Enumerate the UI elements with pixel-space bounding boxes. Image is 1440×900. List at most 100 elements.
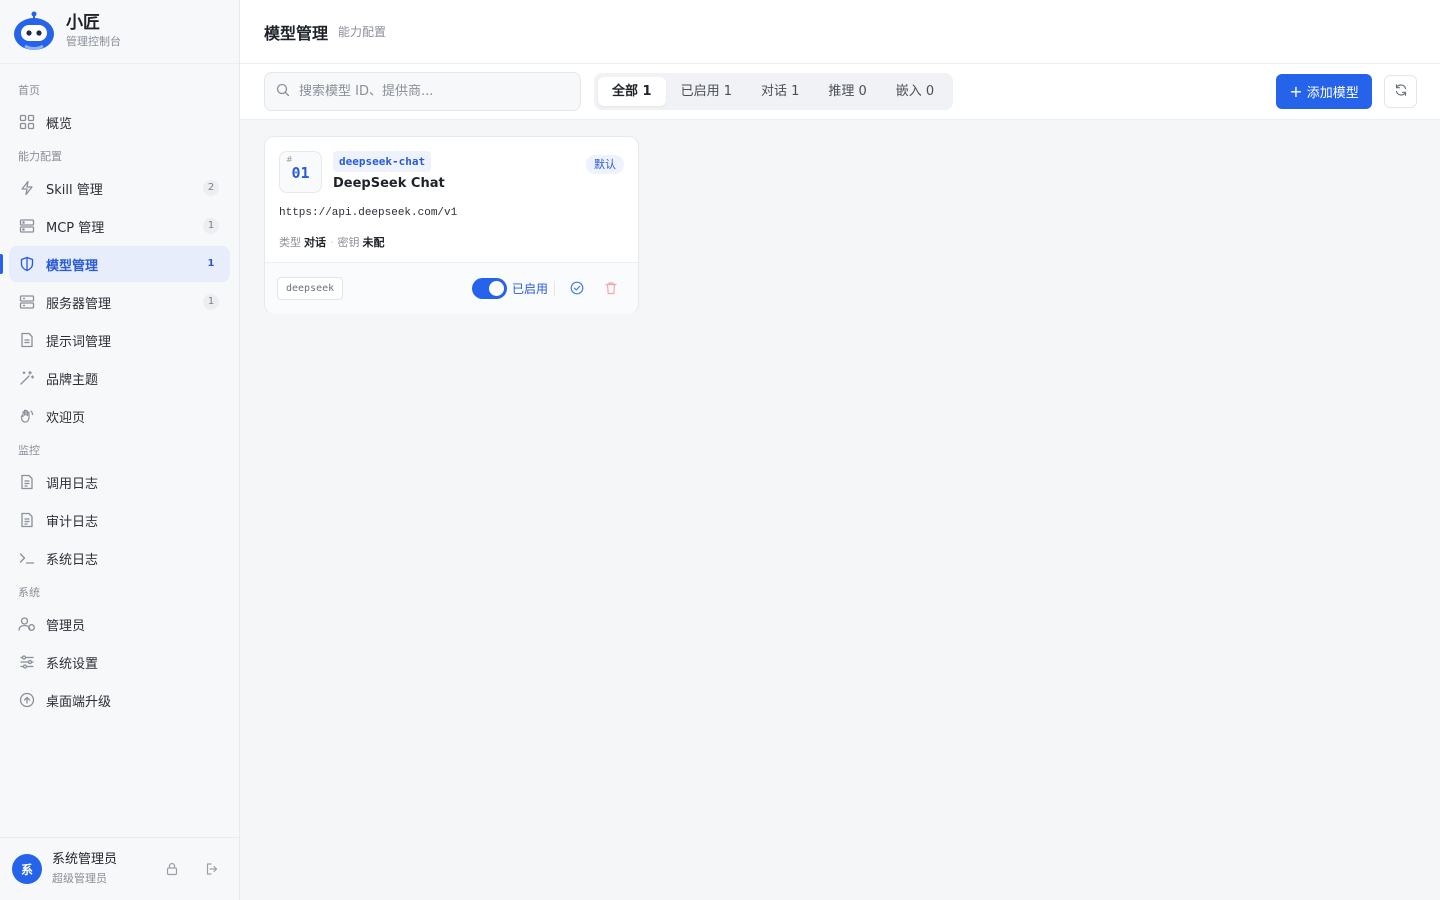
tab-reasoning[interactable]: 推理 0 <box>814 77 880 106</box>
sidebar-item-admins[interactable]: 管理员 <box>9 606 230 642</box>
sidebar-item-label: 桌面端升级 <box>46 694 112 710</box>
section-title-home: 首页 <box>18 84 40 97</box>
sidebar-nav: 首页 概览 能力配置 Skill 管理 2 MCP 管理 1 模型管理 1 服务… <box>0 64 239 718</box>
model-name: DeepSeek Chat <box>333 176 445 191</box>
sidebar-item-label: 审计日志 <box>46 514 99 530</box>
breadcrumb: 能力配置 <box>338 25 387 39</box>
index-number: 01 <box>291 164 310 182</box>
tab-chat[interactable]: 对话 1 <box>747 77 813 106</box>
search-input[interactable] <box>299 84 559 99</box>
model-id-tag: deepseek-chat <box>333 151 432 172</box>
sidebar-item-label: MCP 管理 <box>46 220 105 236</box>
server-icon <box>18 293 36 311</box>
document-icon <box>18 331 36 349</box>
sidebar-item-label: 系统日志 <box>46 552 99 568</box>
count-badge: 1 <box>203 294 219 310</box>
wave-hand-icon <box>18 407 36 425</box>
model-index: # 01 <box>279 151 322 193</box>
sidebar-item-brand-theme[interactable]: 品牌主题 <box>9 360 230 396</box>
refresh-icon <box>1394 83 1408 101</box>
sidebar-item-mcp[interactable]: MCP 管理 1 <box>9 208 230 244</box>
tab-enabled[interactable]: 已启用 1 <box>667 77 746 106</box>
audit-file-icon <box>18 511 36 529</box>
sidebar-item-label: 提示词管理 <box>46 334 112 350</box>
section-title-monitor: 监控 <box>18 444 40 457</box>
search-icon <box>276 83 290 101</box>
sidebar-item-models[interactable]: 模型管理 1 <box>0 246 230 282</box>
server-stack-icon <box>18 217 36 235</box>
sidebar-item-call-logs[interactable]: 调用日志 <box>9 464 230 500</box>
sidebar-item-servers[interactable]: 服务器管理 1 <box>9 284 230 320</box>
sidebar-item-label: 概览 <box>46 116 73 132</box>
add-model-button[interactable]: + 添加模型 <box>1276 74 1372 109</box>
log-file-icon <box>18 473 36 491</box>
sidebar-item-audit-logs[interactable]: 审计日志 <box>9 502 230 538</box>
active-indicator <box>0 254 3 274</box>
meta-separator: · <box>330 235 334 249</box>
add-model-label: 添加模型 <box>1306 86 1359 101</box>
section-title-system: 系统 <box>18 586 40 599</box>
tab-embedding[interactable]: 嵌入 0 <box>882 77 948 106</box>
upgrade-icon <box>18 691 36 709</box>
magic-wand-icon <box>18 369 36 387</box>
user-panel: 系 系统管理员 超级管理员 <box>0 837 239 900</box>
plus-icon: + <box>1289 81 1303 101</box>
page-header: 模型管理 能力配置 <box>240 0 1440 64</box>
sidebar-item-desktop-upgrade[interactable]: 桌面端升级 <box>9 682 230 718</box>
brand-name: 小匠 <box>66 13 100 33</box>
terminal-icon <box>18 549 36 567</box>
grid-icon <box>18 113 36 131</box>
shield-icon <box>18 255 36 273</box>
sidebar-item-label: 品牌主题 <box>46 372 99 388</box>
page-title: 模型管理 <box>264 23 329 43</box>
user-role: 超级管理员 <box>52 872 107 885</box>
users-icon <box>18 615 36 633</box>
sliders-icon <box>18 653 36 671</box>
type-value: 对话 <box>304 236 326 249</box>
tab-all[interactable]: 全部 1 <box>598 77 666 106</box>
filter-tabs: 全部 1 已启用 1 对话 1 推理 0 嵌入 0 <box>594 73 954 110</box>
sidebar-item-skill[interactable]: Skill 管理 2 <box>9 170 230 206</box>
search-box[interactable] <box>264 72 581 111</box>
model-meta: 类型 对话 · 密钥 未配 <box>279 234 385 250</box>
sidebar-item-label: 管理员 <box>46 618 86 634</box>
sidebar-item-overview[interactable]: 概览 <box>9 104 230 140</box>
set-default-icon[interactable] <box>569 280 585 296</box>
robot-logo-icon <box>13 11 55 53</box>
sidebar-item-label: 系统设置 <box>46 656 99 672</box>
type-label: 类型 <box>279 236 301 249</box>
sidebar-item-label: 欢迎页 <box>46 410 86 426</box>
index-hash: # <box>286 155 293 164</box>
lock-icon[interactable] <box>164 861 180 877</box>
count-badge: 1 <box>207 258 215 269</box>
brand: 小匠 管理控制台 <box>0 0 239 64</box>
enabled-label: 已启用 <box>512 282 549 296</box>
user-name: 系统管理员 <box>52 852 118 867</box>
model-endpoint: https://api.deepseek.com/v1 <box>279 207 458 219</box>
brand-subtitle: 管理控制台 <box>66 35 121 48</box>
enable-toggle[interactable] <box>472 278 507 299</box>
avatar[interactable]: 系 <box>12 854 42 884</box>
lightning-icon <box>18 179 36 197</box>
sidebar-item-welcome[interactable]: 欢迎页 <box>9 398 230 434</box>
refresh-button[interactable] <box>1384 75 1417 108</box>
logout-icon[interactable] <box>204 861 220 877</box>
key-value: 未配 <box>362 236 385 249</box>
divider <box>554 281 555 296</box>
default-badge: 默认 <box>586 155 624 174</box>
toolbar: 全部 1 已启用 1 对话 1 推理 0 嵌入 0 + 添加模型 <box>240 64 1440 120</box>
delete-icon[interactable] <box>603 280 619 296</box>
model-card[interactable]: # 01 deepseek-chat DeepSeek Chat 默认 http… <box>264 136 639 314</box>
sidebar-item-label: 模型管理 <box>46 258 99 274</box>
count-badge: 2 <box>203 180 219 196</box>
provider-tag: deepseek <box>277 277 344 300</box>
count-badge: 1 <box>203 218 219 234</box>
sidebar: 小匠 管理控制台 首页 概览 能力配置 Skill 管理 2 MCP 管理 1 <box>0 0 240 900</box>
section-title-capability: 能力配置 <box>18 150 62 163</box>
sidebar-item-system-logs[interactable]: 系统日志 <box>9 540 230 576</box>
sidebar-item-label: 服务器管理 <box>46 296 112 312</box>
key-label: 密钥 <box>337 236 360 249</box>
sidebar-item-prompts[interactable]: 提示词管理 <box>9 322 230 358</box>
sidebar-item-settings[interactable]: 系统设置 <box>9 644 230 680</box>
sidebar-item-label: 调用日志 <box>46 476 99 492</box>
